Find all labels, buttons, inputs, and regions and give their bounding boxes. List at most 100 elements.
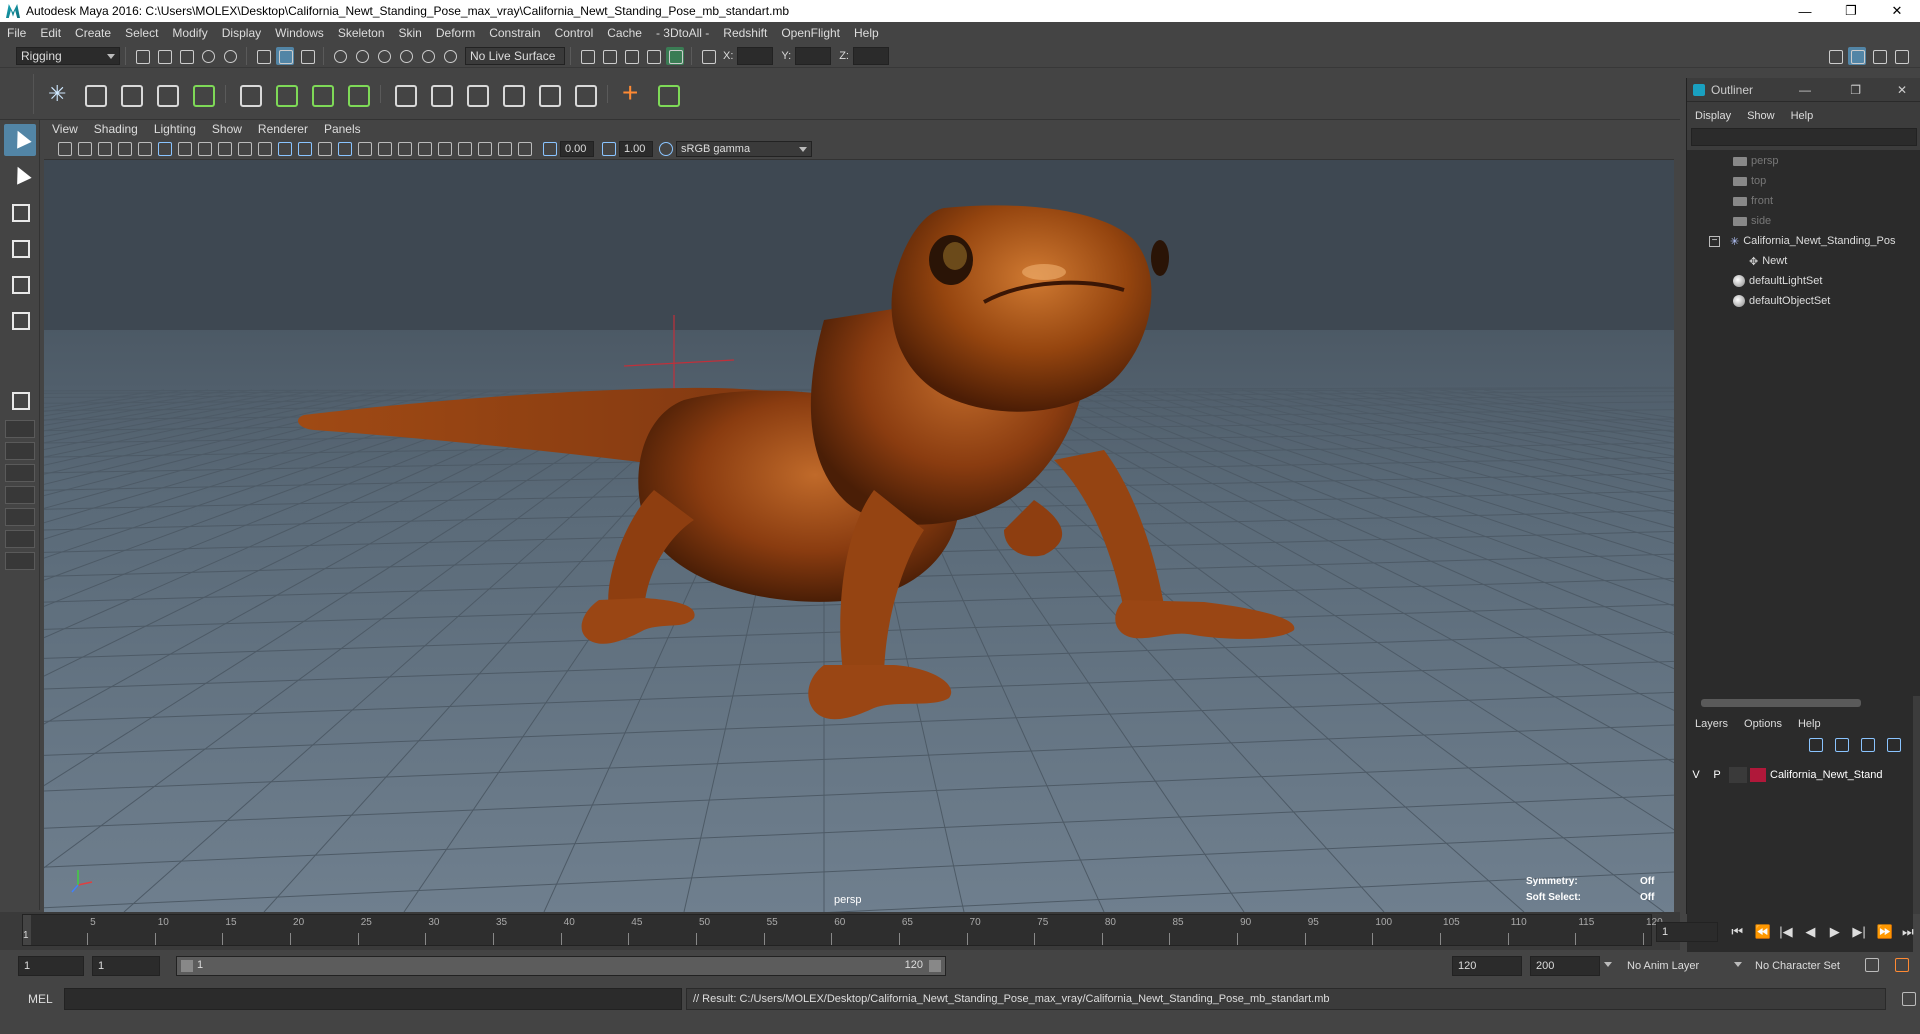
cluster-icon[interactable] xyxy=(652,79,682,109)
outliner-close-button[interactable]: ✕ xyxy=(1897,83,1907,97)
select-hierarchy-icon[interactable] xyxy=(254,47,272,65)
exposure-icon[interactable] xyxy=(543,141,557,156)
xray-icon[interactable] xyxy=(478,141,492,156)
new-scene-icon[interactable] xyxy=(133,47,151,65)
select-object-icon[interactable] xyxy=(276,46,294,65)
shelf-tab-handle[interactable] xyxy=(14,73,34,114)
menuset-dropdown[interactable]: Rigging xyxy=(16,46,120,65)
outliner-minimize-button[interactable]: — xyxy=(1799,83,1811,97)
joint-tool-icon[interactable] xyxy=(43,79,73,109)
tree-item-persp[interactable]: persp xyxy=(1733,152,1779,170)
snap-view-icon[interactable] xyxy=(397,47,415,65)
shadows-icon[interactable] xyxy=(378,141,392,156)
range-slider[interactable]: 1 120 xyxy=(176,956,946,976)
two-view-icon[interactable] xyxy=(4,442,35,460)
gamma-input[interactable]: 1.00 xyxy=(619,140,653,157)
minimize-button[interactable]: — xyxy=(1782,0,1828,22)
step-back-frame-icon[interactable]: |◀ xyxy=(1779,925,1793,939)
tree-item-newt-root[interactable]: − ✳ California_Newt_Standing_Pos xyxy=(1709,232,1895,250)
new-layer-selected-icon[interactable] xyxy=(1887,738,1901,752)
go-to-start-icon[interactable]: ⏮ xyxy=(1730,925,1744,939)
rotate-tool-icon[interactable] xyxy=(4,268,36,300)
scale-constraint-icon[interactable] xyxy=(497,79,527,109)
snap-grid-icon[interactable] xyxy=(331,47,349,65)
wireframe-icon[interactable] xyxy=(278,141,292,156)
menu-3dtoall[interactable]: - 3DtoAll - xyxy=(649,26,716,40)
backface-icon[interactable] xyxy=(518,141,532,156)
auto-key-icon[interactable] xyxy=(1865,958,1879,972)
custom-layout-icon[interactable] xyxy=(4,552,35,570)
redo-icon[interactable] xyxy=(221,47,239,65)
locator-icon[interactable] xyxy=(616,77,646,109)
play-forwards-icon[interactable]: ▶ xyxy=(1828,925,1842,939)
tree-item-top[interactable]: top xyxy=(1733,172,1766,190)
render-settings-icon[interactable] xyxy=(644,47,662,65)
smooth-bind-icon[interactable] xyxy=(270,79,300,109)
end-time-input[interactable]: 200 xyxy=(1530,956,1600,976)
save-scene-icon[interactable] xyxy=(177,47,195,65)
menu-skin[interactable]: Skin xyxy=(392,26,429,40)
close-button[interactable]: ✕ xyxy=(1874,0,1920,22)
menu-display[interactable]: Display xyxy=(215,26,268,40)
attribute-editor-icon[interactable] xyxy=(1848,47,1866,65)
range-handle-end[interactable] xyxy=(929,960,941,972)
chevron-down-icon[interactable] xyxy=(1734,962,1742,967)
move-layer-up-icon[interactable] xyxy=(1809,738,1823,752)
new-layer-icon[interactable] xyxy=(1861,738,1875,752)
aim-constraint-icon[interactable] xyxy=(425,79,455,109)
vp-menu-show[interactable]: Show xyxy=(204,122,250,136)
ambient-occlusion-icon[interactable] xyxy=(398,141,412,156)
anti-aliasing-icon[interactable] xyxy=(438,141,452,156)
gate-mask-icon[interactable] xyxy=(218,141,232,156)
tree-item-side[interactable]: side xyxy=(1733,212,1771,230)
start-time-input[interactable]: 1 xyxy=(18,956,84,976)
tree-item-default-object-set[interactable]: defaultObjectSet xyxy=(1733,292,1830,310)
live-surface-field[interactable]: No Live Surface xyxy=(465,46,565,65)
smooth-shade-icon[interactable] xyxy=(298,141,312,156)
layer-row[interactable]: V P California_Newt_Stand xyxy=(1687,766,1883,784)
vp-menu-shading[interactable]: Shading xyxy=(86,122,146,136)
select-tool-icon[interactable] xyxy=(3,124,36,156)
single-view-icon[interactable] xyxy=(4,384,36,416)
modeling-toolkit-icon[interactable] xyxy=(1826,47,1844,65)
snap-curve-icon[interactable] xyxy=(353,47,371,65)
menu-openflight[interactable]: OpenFlight xyxy=(774,26,847,40)
open-scene-icon[interactable] xyxy=(155,47,173,65)
orient-constraint-icon[interactable] xyxy=(461,79,491,109)
menu-select[interactable]: Select xyxy=(118,26,165,40)
menu-redshift[interactable]: Redshift xyxy=(716,26,774,40)
playback-end-input[interactable]: 120 xyxy=(1452,956,1522,976)
outliner-menu-show[interactable]: Show xyxy=(1739,110,1783,122)
undo-icon[interactable] xyxy=(199,47,217,65)
tool-settings-icon[interactable] xyxy=(1870,47,1888,65)
move-layer-down-icon[interactable] xyxy=(1835,738,1849,752)
step-back-key-icon[interactable]: ⏪ xyxy=(1755,925,1771,939)
play-backwards-icon[interactable]: ◀ xyxy=(1803,925,1817,939)
point-constraint-icon[interactable] xyxy=(389,79,419,109)
menu-control[interactable]: Control xyxy=(548,26,601,40)
persp-graph-icon[interactable] xyxy=(4,486,35,504)
hypershade-layout-icon[interactable] xyxy=(4,530,35,548)
maximize-button[interactable]: ❐ xyxy=(1828,0,1874,22)
snap-surface-icon[interactable] xyxy=(419,47,437,65)
menu-cache[interactable]: Cache xyxy=(600,26,649,40)
command-language-label[interactable]: MEL xyxy=(28,992,58,1006)
playback-start-input[interactable]: 1 xyxy=(92,956,160,976)
scale-tool-icon[interactable] xyxy=(4,304,36,336)
time-slider[interactable]: 1 5 10 15 20 25 30 35 40 45 50 55 60 65 70 75 80 85 90 95 1… xyxy=(22,914,1663,946)
outliner-search-input[interactable] xyxy=(1691,128,1917,146)
vp-menu-view[interactable]: View xyxy=(44,122,86,136)
outliner-menu-help[interactable]: Help xyxy=(1783,110,1822,122)
resolution-gate-icon[interactable] xyxy=(198,141,212,156)
use-lights-icon[interactable] xyxy=(358,141,372,156)
camera-bookmark-icon[interactable] xyxy=(78,141,92,156)
color-management-icon[interactable] xyxy=(659,141,673,156)
menu-edit[interactable]: Edit xyxy=(33,26,68,40)
y-input[interactable] xyxy=(795,46,832,65)
layer-type-toggle[interactable] xyxy=(1729,767,1747,783)
z-input[interactable] xyxy=(852,46,889,65)
menu-file[interactable]: File xyxy=(0,26,33,40)
paint-weights-icon[interactable] xyxy=(342,79,372,109)
character-set-dropdown[interactable]: No Character Set xyxy=(1750,956,1870,976)
color-space-dropdown[interactable]: sRGB gamma xyxy=(676,140,812,157)
